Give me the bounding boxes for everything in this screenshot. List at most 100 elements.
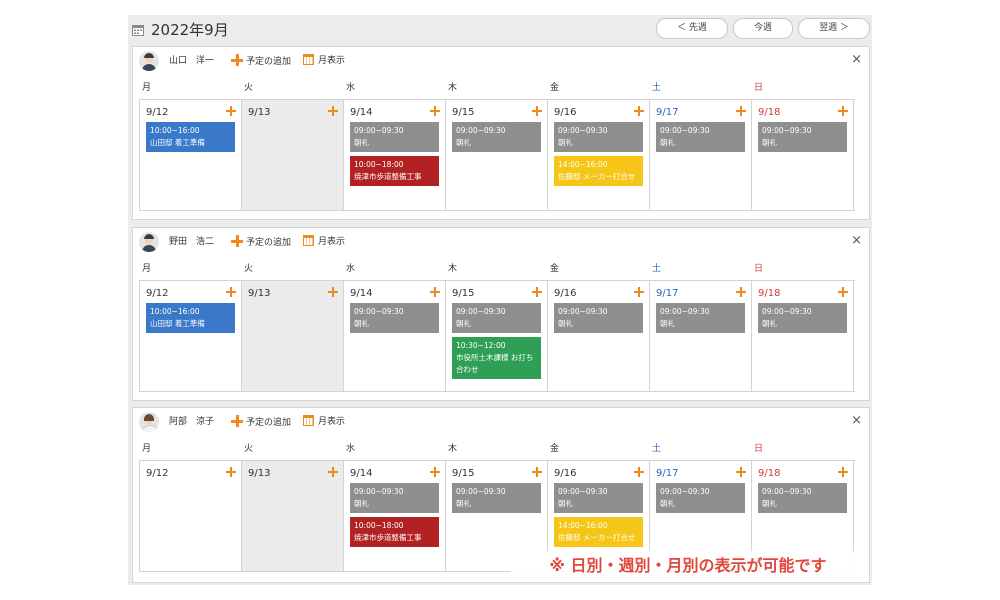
plus-icon[interactable] bbox=[226, 106, 236, 116]
day-cell[interactable]: 9/17 09:00~09:30 朝礼 bbox=[650, 100, 752, 210]
day-cell[interactable]: 9/18 09:00~09:30 朝礼 bbox=[752, 100, 854, 210]
next-week-button[interactable]: 翌週 ＞ bbox=[798, 18, 870, 39]
close-icon[interactable]: × bbox=[851, 234, 862, 248]
plus-icon[interactable] bbox=[736, 287, 746, 297]
weekday-header: 水 bbox=[346, 83, 356, 93]
event-block[interactable]: 09:00~09:30 朝礼 bbox=[350, 483, 439, 513]
plus-icon[interactable] bbox=[532, 106, 542, 116]
close-icon[interactable]: × bbox=[851, 53, 862, 67]
day-cell[interactable]: 9/15 09:00~09:30 朝礼 bbox=[446, 100, 548, 210]
weekday-header: 月 bbox=[142, 264, 152, 274]
month-view-button[interactable]: 月表示 bbox=[303, 415, 345, 429]
day-cell[interactable]: 9/14 09:00~09:30 朝礼 10:00~18:00 焼津市歩道整備工事 bbox=[344, 100, 446, 210]
event-block[interactable]: 09:00~09:30 朝礼 bbox=[758, 303, 847, 333]
plus-icon[interactable] bbox=[430, 287, 440, 297]
event-title: 焼津市歩道整備工事 bbox=[354, 172, 422, 181]
day-cell[interactable]: 9/16 09:00~09:30 朝礼 bbox=[548, 281, 650, 391]
plus-icon[interactable] bbox=[634, 106, 644, 116]
event-block[interactable]: 09:00~09:30 朝礼 bbox=[554, 303, 643, 333]
event-block[interactable]: 10:00~18:00 焼津市歩道整備工事 bbox=[350, 156, 439, 186]
plus-icon[interactable] bbox=[328, 106, 338, 116]
event-block[interactable]: 09:00~09:30 朝礼 bbox=[452, 303, 541, 333]
day-cell[interactable]: 9/15 09:00~09:30 朝礼 10:30~12:00 市役所土木課様 お打ち合… bbox=[446, 281, 548, 391]
plus-icon[interactable] bbox=[634, 467, 644, 477]
event-block[interactable]: 09:00~09:30 朝礼 bbox=[350, 122, 439, 152]
plus-icon bbox=[231, 415, 243, 427]
plus-icon[interactable] bbox=[226, 467, 236, 477]
month-view-label: 月表示 bbox=[318, 56, 346, 66]
plus-icon[interactable] bbox=[532, 467, 542, 477]
event-block[interactable]: 14:00~16:00 佐藤邸 メーカー打合せ bbox=[554, 517, 643, 547]
event-title: 朝礼 bbox=[456, 499, 471, 508]
event-block[interactable]: 09:00~09:30 朝礼 bbox=[656, 303, 745, 333]
plus-icon[interactable] bbox=[838, 467, 848, 477]
cell-date: 9/17 bbox=[656, 468, 679, 479]
event-title: 朝礼 bbox=[558, 499, 573, 508]
day-cell[interactable]: 9/12 10:00~16:00 山田邸 着工準備 bbox=[140, 100, 242, 210]
plus-icon[interactable] bbox=[736, 467, 746, 477]
day-cell[interactable]: 9/14 09:00~09:30 朝礼 bbox=[344, 281, 446, 391]
weekday-header: 木 bbox=[448, 264, 458, 274]
day-cell[interactable]: 9/18 09:00~09:30 朝礼 bbox=[752, 281, 854, 391]
day-cell[interactable]: 9/17 09:00~09:30 朝礼 bbox=[650, 281, 752, 391]
prev-week-button[interactable]: ＜ 先週 bbox=[656, 18, 728, 39]
cell-date: 9/14 bbox=[350, 468, 373, 479]
event-block[interactable]: 09:00~09:30 朝礼 bbox=[758, 122, 847, 152]
event-time: 10:30~12:00 bbox=[456, 341, 506, 350]
event-block[interactable]: 09:00~09:30 朝礼 bbox=[554, 122, 643, 152]
event-block[interactable]: 09:00~09:30 朝礼 bbox=[452, 483, 541, 513]
user-name: 山口 洋一 bbox=[169, 56, 215, 66]
event-title: 朝礼 bbox=[354, 499, 369, 508]
plus-icon[interactable] bbox=[328, 467, 338, 477]
event-block[interactable]: 10:00~18:00 焼津市歩道整備工事 bbox=[350, 517, 439, 547]
event-title: 朝礼 bbox=[660, 499, 675, 508]
day-cell[interactable]: 9/16 09:00~09:30 朝礼 14:00~16:00 佐藤邸 メーカー打合せ bbox=[548, 100, 650, 210]
event-time: 10:00~16:00 bbox=[150, 126, 200, 135]
calendar-month-icon bbox=[303, 54, 314, 65]
cell-date: 9/13 bbox=[248, 288, 271, 299]
event-time: 09:00~09:30 bbox=[456, 126, 506, 135]
event-block[interactable]: 09:00~09:30 朝礼 bbox=[350, 303, 439, 333]
plus-icon[interactable] bbox=[838, 106, 848, 116]
event-block[interactable]: 09:00~09:30 朝礼 bbox=[656, 483, 745, 513]
weekday-header: 土 bbox=[652, 444, 662, 454]
event-block[interactable]: 14:00~16:00 佐藤邸 メーカー打合せ bbox=[554, 156, 643, 186]
this-week-button[interactable]: 今週 bbox=[733, 18, 793, 39]
event-title: 佐藤邸 メーカー打合せ bbox=[558, 172, 636, 181]
event-block[interactable]: 10:00~16:00 山田邸 着工準備 bbox=[146, 303, 235, 333]
day-cell[interactable]: 9/14 09:00~09:30 朝礼 10:00~18:00 焼津市歩道整備工事 bbox=[344, 461, 446, 571]
weekday-header: 火 bbox=[244, 264, 254, 274]
event-block[interactable]: 09:00~09:30 朝礼 bbox=[452, 122, 541, 152]
day-cell[interactable]: 9/13 bbox=[242, 461, 344, 571]
plus-icon[interactable] bbox=[226, 287, 236, 297]
event-block[interactable]: 10:00~16:00 山田邸 着工準備 bbox=[146, 122, 235, 152]
month-view-button[interactable]: 月表示 bbox=[303, 235, 345, 249]
add-event-button[interactable]: 予定の追加 bbox=[231, 235, 291, 250]
day-cell[interactable]: 9/12 10:00~16:00 山田邸 着工準備 bbox=[140, 281, 242, 391]
plus-icon[interactable] bbox=[634, 287, 644, 297]
plus-icon[interactable] bbox=[532, 287, 542, 297]
panel-header: 山口 洋一 予定の追加 月表示 × bbox=[133, 47, 869, 75]
event-block[interactable]: 10:30~12:00 市役所土木課様 お打ち合わせ bbox=[452, 337, 541, 379]
day-cell[interactable]: 9/13 bbox=[242, 100, 344, 210]
plus-icon[interactable] bbox=[430, 106, 440, 116]
plus-icon[interactable] bbox=[736, 106, 746, 116]
month-view-button[interactable]: 月表示 bbox=[303, 54, 345, 68]
add-event-button[interactable]: 予定の追加 bbox=[231, 415, 291, 430]
plus-icon[interactable] bbox=[328, 287, 338, 297]
plus-icon[interactable] bbox=[838, 287, 848, 297]
close-icon[interactable]: × bbox=[851, 414, 862, 428]
add-event-label: 予定の追加 bbox=[246, 418, 292, 428]
day-cell[interactable]: 9/13 bbox=[242, 281, 344, 391]
add-event-button[interactable]: 予定の追加 bbox=[231, 54, 291, 69]
day-cell[interactable]: 9/12 bbox=[140, 461, 242, 571]
plus-icon[interactable] bbox=[430, 467, 440, 477]
cell-date: 9/18 bbox=[758, 288, 781, 299]
event-block[interactable]: 09:00~09:30 朝礼 bbox=[758, 483, 847, 513]
event-block[interactable]: 09:00~09:30 朝礼 bbox=[554, 483, 643, 513]
event-time: 10:00~18:00 bbox=[354, 521, 404, 530]
event-time: 14:00~16:00 bbox=[558, 521, 608, 530]
event-time: 14:00~16:00 bbox=[558, 160, 608, 169]
event-block[interactable]: 09:00~09:30 朝礼 bbox=[656, 122, 745, 152]
event-time: 09:00~09:30 bbox=[456, 307, 506, 316]
